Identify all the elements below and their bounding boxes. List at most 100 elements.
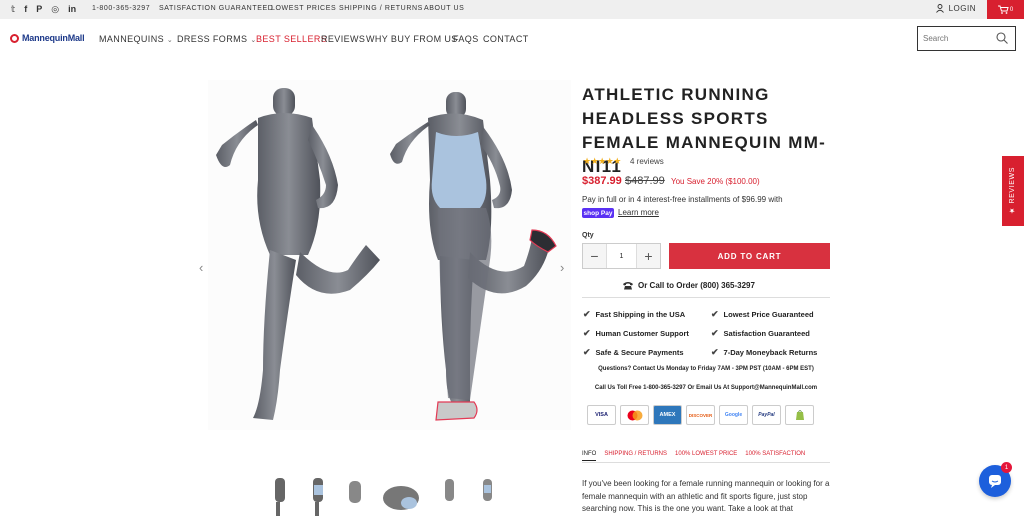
- search-icon[interactable]: [996, 32, 1008, 44]
- topbar-link-about[interactable]: ABOUT US: [424, 5, 464, 12]
- learn-more-link[interactable]: Learn more: [618, 208, 659, 217]
- user-icon: [935, 4, 944, 13]
- feature-label: Human Customer Support: [595, 329, 689, 338]
- social-links: 𝕥 f P ◎ in: [11, 4, 76, 15]
- amex-icon: AMEX: [653, 405, 682, 425]
- contact-hours: Questions? Contact Us Monday to Friday 7…: [598, 366, 814, 372]
- feature-item: ✔ Safe & Secure Payments: [583, 347, 684, 358]
- quantity-stepper: − 1 +: [582, 243, 661, 269]
- product-description: If you've been looking for a female runn…: [582, 479, 830, 514]
- feature-item: ✔ Human Customer Support: [583, 328, 689, 339]
- thumbnail[interactable]: [265, 473, 295, 516]
- cart-button[interactable]: 0: [987, 0, 1024, 19]
- toll-free-info: Call Us Toll Free 1-800-365-3297 Or Emai…: [594, 385, 818, 391]
- qty-decrement-button[interactable]: −: [583, 244, 606, 268]
- reviews-side-tab-label: ★ REVIEWS: [1009, 167, 1016, 215]
- rating-stars-icon[interactable]: ★★★★★: [583, 156, 621, 167]
- tab-shipping-returns[interactable]: SHIPPING / RETURNS: [604, 451, 667, 461]
- search-box: [917, 26, 1016, 51]
- cart-count: 0: [1009, 6, 1014, 13]
- feature-label: Lowest Price Guaranteed: [723, 310, 814, 319]
- feature-item: ✔ Satisfaction Guaranteed: [711, 328, 810, 339]
- feature-label: 7-Day Moneyback Returns: [723, 348, 818, 357]
- discover-icon: DISCOVER: [686, 405, 715, 425]
- mastercard-icon: [620, 405, 649, 425]
- tab-divider: [582, 462, 830, 463]
- topbar-phone[interactable]: 1-800-365-3297: [92, 5, 150, 12]
- call-to-order[interactable]: Or Call to Order (800) 365-3297: [622, 281, 755, 290]
- tab-info[interactable]: INFO: [582, 451, 597, 461]
- instagram-icon[interactable]: ◎: [51, 4, 59, 15]
- nav-faqs[interactable]: FAQS: [453, 34, 479, 44]
- twitter-icon[interactable]: 𝕥: [11, 4, 15, 15]
- cart-icon: [997, 5, 1009, 14]
- thumbnail-strip: [265, 473, 503, 516]
- login-link[interactable]: LOGIN: [935, 4, 976, 13]
- installments-text: Pay in full or in 4 interest-free instal…: [582, 195, 783, 204]
- qty-input[interactable]: 1: [606, 244, 637, 268]
- chat-notification-badge: 1: [1001, 462, 1012, 473]
- pinterest-icon[interactable]: P: [36, 4, 42, 15]
- sale-price: $387.99: [582, 175, 622, 187]
- reviews-side-tab[interactable]: ★ REVIEWS: [1002, 156, 1024, 226]
- check-icon: ✔: [583, 328, 591, 338]
- login-label: LOGIN: [948, 4, 976, 13]
- shop-pay-badge: shop Pay: [582, 208, 614, 218]
- qty-increment-button[interactable]: +: [637, 244, 660, 268]
- nav-best-sellers[interactable]: BEST SELLERS: [256, 34, 327, 44]
- search-input[interactable]: [918, 27, 990, 50]
- nav-why-buy[interactable]: WHY BUY FROM US: [366, 34, 458, 44]
- feature-item: ✔ 7-Day Moneyback Returns: [711, 347, 817, 358]
- thumbnail[interactable]: [379, 473, 427, 516]
- savings-text: You Save 20% ($100.00): [671, 177, 760, 186]
- shopify-icon: [785, 405, 814, 425]
- check-icon: ✔: [711, 309, 719, 319]
- site-logo[interactable]: MannequinMall: [10, 33, 85, 43]
- feature-label: Safe & Secure Payments: [595, 348, 684, 357]
- tab-lowest-price[interactable]: 100% LOWEST PRICE: [675, 451, 737, 461]
- chevron-down-icon: ⌄: [166, 37, 174, 44]
- paypal-icon: PayPal: [752, 405, 781, 425]
- check-icon: ✔: [583, 347, 591, 357]
- prev-image-arrow-icon[interactable]: ‹: [199, 260, 203, 275]
- feature-label: Fast Shipping in the USA: [595, 310, 686, 319]
- next-image-arrow-icon[interactable]: ›: [560, 260, 564, 275]
- linkedin-icon[interactable]: in: [68, 4, 76, 15]
- divider: [582, 297, 830, 298]
- thumbnail[interactable]: [473, 473, 503, 516]
- product-image[interactable]: [208, 80, 571, 430]
- logo-text: MannequinMall: [22, 33, 85, 43]
- topbar-link-shipping[interactable]: SHIPPING / RETURNS: [339, 5, 423, 12]
- qty-label: Qty: [582, 232, 594, 239]
- feature-item: ✔ Lowest Price Guaranteed: [711, 309, 814, 320]
- top-bar: 𝕥 f P ◎ in 1-800-365-3297 SATISFACTION G…: [0, 0, 1024, 19]
- nav-reviews[interactable]: REVIEWS: [321, 34, 365, 44]
- thumbnail[interactable]: [435, 473, 465, 516]
- product-tabs: INFO SHIPPING / RETURNS 100% LOWEST PRIC…: [582, 451, 805, 461]
- visa-icon: VISA: [587, 405, 616, 425]
- topbar-link-satisfaction[interactable]: SATISFACTION GUARANTEED: [159, 5, 273, 12]
- logo-mark-icon: [10, 33, 19, 43]
- nav-mannequins[interactable]: MANNEQUINS ⌄: [99, 34, 173, 44]
- nav-dress-forms[interactable]: DRESS FORMS ⌄: [177, 34, 257, 44]
- chat-icon: [989, 475, 1001, 488]
- topbar-link-lowest-prices[interactable]: LOWEST PRICES: [271, 5, 336, 12]
- check-icon: ✔: [583, 309, 591, 319]
- thumbnail[interactable]: [341, 473, 371, 516]
- payment-methods: VISA AMEX DISCOVER Google PayPal: [587, 405, 814, 425]
- feature-item: ✔ Fast Shipping in the USA: [583, 309, 685, 320]
- thumbnail[interactable]: [303, 473, 333, 516]
- reviews-count[interactable]: 4 reviews: [630, 157, 664, 166]
- check-icon: ✔: [711, 347, 719, 357]
- add-to-cart-button[interactable]: ADD TO CART: [669, 243, 830, 269]
- original-price: $487.99: [625, 175, 665, 187]
- google-pay-icon: Google: [719, 405, 748, 425]
- feature-label: Satisfaction Guaranteed: [723, 329, 810, 338]
- facebook-icon[interactable]: f: [24, 4, 27, 15]
- call-to-order-label: Or Call to Order (800) 365-3297: [638, 281, 755, 290]
- nav-contact[interactable]: CONTACT: [483, 34, 529, 44]
- tab-satisfaction[interactable]: 100% SATISFACTION: [745, 451, 805, 461]
- mannequin-illustration: [216, 88, 557, 421]
- phone-icon: [623, 282, 633, 290]
- check-icon: ✔: [711, 328, 719, 338]
